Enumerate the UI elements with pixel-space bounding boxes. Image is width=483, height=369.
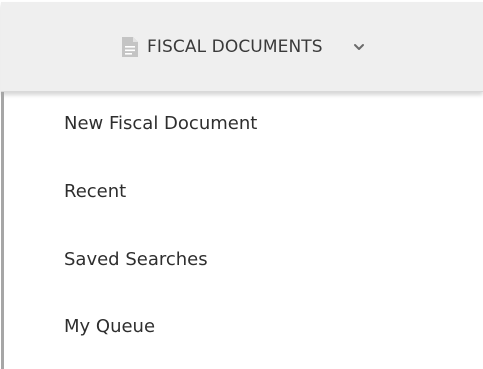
fiscal-documents-menu: FISCAL DOCUMENTS New Fiscal Document Rec… <box>0 0 483 369</box>
menu-item-my-queue[interactable]: My Queue <box>64 312 155 342</box>
chevron-down-icon[interactable] <box>353 42 365 52</box>
menu-item-recent[interactable]: Recent <box>64 177 126 207</box>
menu-item-saved-searches[interactable]: Saved Searches <box>64 245 208 275</box>
menu-items: New Fiscal Document Recent Saved Searche… <box>0 92 483 369</box>
document-icon <box>122 37 138 57</box>
menu-header-content: FISCAL DOCUMENTS <box>121 32 365 62</box>
menu-title: FISCAL DOCUMENTS <box>147 37 323 57</box>
fiscal-documents-menu-header[interactable]: FISCAL DOCUMENTS <box>1 2 483 92</box>
menu-item-new-fiscal-document[interactable]: New Fiscal Document <box>64 109 257 139</box>
